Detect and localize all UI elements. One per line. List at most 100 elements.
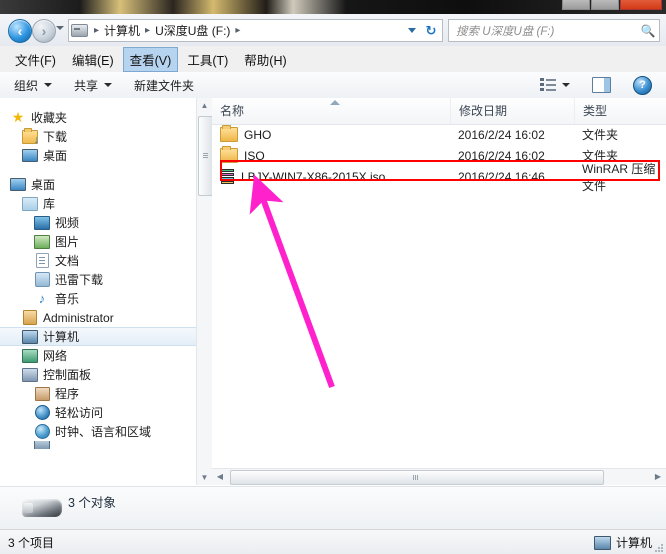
winrar-archive-icon — [220, 169, 235, 184]
scroll-left-arrow-icon[interactable]: ◀ — [212, 469, 228, 484]
video-icon — [34, 215, 50, 231]
breadcrumb-item-computer[interactable]: 计算机 — [102, 21, 142, 40]
refresh-button[interactable]: ↻ — [420, 19, 443, 42]
forward-button[interactable]: › — [32, 19, 56, 43]
control-panel-icon — [22, 367, 38, 383]
column-label: 类型 — [583, 104, 608, 118]
scroll-down-arrow-icon[interactable]: ▼ — [197, 470, 212, 485]
table-row[interactable]: LBJY-WIN7-X86-2015X.iso 2016/2/24 16:46 … — [212, 162, 666, 193]
scroll-right-arrow-icon[interactable]: ▶ — [650, 469, 666, 484]
menu-item-edit[interactable]: 编辑(E) — [65, 47, 121, 72]
breadcrumb-item-drive[interactable]: U深度U盘 (F:) — [153, 21, 232, 40]
cell-name: GHO — [212, 125, 450, 142]
sidebar-label: 网络 — [43, 349, 68, 363]
sidebar-item-downloads[interactable]: ↓ 下载 — [0, 127, 196, 146]
sidebar-item-computer[interactable]: 计算机 — [0, 327, 196, 346]
pictures-icon — [34, 234, 50, 250]
breadcrumb-separator-3[interactable]: ▸ — [235, 25, 240, 36]
new-folder-button[interactable]: 新建文件夹 — [126, 74, 202, 97]
window-controls — [562, 0, 662, 10]
user-icon — [22, 310, 38, 326]
sidebar-label: 计算机 — [43, 330, 80, 344]
menu-item-view[interactable]: 查看(V) — [122, 46, 179, 72]
sidebar-label: 音乐 — [55, 292, 80, 306]
status-location-label: 计算机 — [615, 536, 652, 550]
sidebar-item-programs[interactable]: 程序 — [0, 384, 196, 403]
preview-pane-button[interactable] — [584, 74, 619, 96]
maximize-button[interactable] — [591, 0, 619, 10]
computer-icon — [22, 329, 38, 345]
breadcrumb-separator-1: ▸ — [94, 25, 100, 36]
sidebar-item-libraries[interactable]: 库 — [0, 194, 196, 213]
navigation-pane-scrollbar[interactable]: ▲ ▼ — [196, 98, 213, 485]
menu-item-help[interactable]: 帮助(H) — [237, 47, 293, 72]
close-button[interactable] — [620, 0, 662, 10]
sidebar-label: 时钟、语言和区域 — [55, 425, 152, 439]
scrollbar-thumb[interactable] — [198, 116, 213, 196]
column-label: 修改日期 — [459, 104, 508, 118]
column-header-date[interactable]: 修改日期 — [450, 98, 574, 124]
recent-pages-dropdown-icon[interactable] — [56, 26, 64, 30]
column-label: 名称 — [220, 104, 245, 118]
new-folder-label: 新建文件夹 — [134, 78, 195, 93]
breadcrumb-separator-2: ▸ — [145, 25, 151, 36]
library-icon — [22, 196, 38, 212]
menu-item-tools[interactable]: 工具(T) — [180, 47, 235, 72]
sidebar-item-control-panel[interactable]: 控制面板 — [0, 365, 196, 384]
search-input[interactable]: 搜索 U深度U盘 (F:) 🔍 — [448, 19, 660, 42]
minimize-button[interactable] — [562, 0, 590, 10]
command-toolbar: 组织 共享 新建文件夹 ? — [0, 72, 666, 99]
menu-item-file[interactable]: 文件(F) — [8, 47, 63, 72]
sidebar-item-music[interactable]: ♪ 音乐 — [0, 289, 196, 308]
sidebar-item-network[interactable]: 网络 — [0, 346, 196, 365]
music-icon: ♪ — [38, 291, 46, 306]
forward-arrow-icon: › — [41, 23, 47, 39]
organize-button[interactable]: 组织 — [6, 74, 60, 97]
sidebar-label: 图片 — [55, 235, 80, 249]
usb-drive-icon — [22, 499, 62, 517]
column-header-type[interactable]: 类型 — [574, 98, 666, 124]
back-button[interactable]: ‹ — [8, 19, 32, 43]
address-dropdown-button[interactable] — [404, 19, 420, 42]
sidebar-item-desktop-fav[interactable]: 桌面 — [0, 146, 196, 165]
sort-ascending-icon — [330, 100, 340, 105]
menu-bar: 文件(F) 编辑(E) 查看(V) 工具(T) 帮助(H) — [0, 46, 666, 73]
thunder-download-icon — [34, 272, 50, 288]
sidebar-label: 视频 — [55, 216, 80, 230]
sidebar-item-videos[interactable]: 视频 — [0, 213, 196, 232]
sidebar-item-ease-of-access[interactable]: 轻松访问 — [0, 403, 196, 422]
sidebar-label: 桌面 — [43, 149, 68, 163]
search-icon: 🔍 — [640, 23, 656, 38]
sidebar-item-clock-language-region[interactable]: 时钟、语言和区域 — [0, 422, 196, 441]
sidebar-item-partial[interactable] — [0, 441, 196, 449]
resize-grip[interactable] — [654, 543, 664, 553]
table-row[interactable]: GHO 2016/2/24 16:02 文件夹 — [212, 124, 666, 145]
sidebar-label: 收藏夹 — [31, 111, 68, 125]
share-button[interactable]: 共享 — [66, 74, 120, 97]
cell-name: LBJY-WIN7-X86-2015X.iso — [212, 169, 450, 184]
change-view-button[interactable] — [532, 75, 578, 95]
cell-type: WinRAR 压缩文件 — [582, 161, 656, 193]
back-arrow-icon: ‹ — [17, 23, 23, 39]
help-button[interactable]: ? — [625, 73, 660, 98]
sidebar-item-thunder-download[interactable]: 迅雷下载 — [0, 270, 196, 289]
file-rows: GHO 2016/2/24 16:02 文件夹 ISO 2016/2/24 16… — [212, 124, 666, 193]
computer-icon — [593, 535, 611, 550]
breadcrumb[interactable]: ▸ 计算机 ▸ U深度U盘 (F:) ▸ — [68, 19, 425, 42]
toolbar-right-group: ? — [526, 72, 660, 98]
scroll-up-arrow-icon[interactable]: ▲ — [197, 98, 212, 113]
cell-name: ISO — [212, 146, 450, 163]
help-icon: ? — [633, 75, 652, 95]
scrollbar-thumb[interactable] — [230, 470, 604, 485]
sidebar-item-desktop[interactable]: 桌面 — [0, 175, 196, 194]
sidebar-item-administrator[interactable]: Administrator — [0, 308, 196, 327]
sidebar-item-pictures[interactable]: 图片 — [0, 232, 196, 251]
main-content: ★ 收藏夹 ↓ 下载 桌面 桌面 库 视频 图片 文档 迅雷下载 ♪ 音乐 Ad… — [0, 98, 666, 528]
status-bar: 3 个项目 计算机 — [0, 529, 666, 554]
file-list-horizontal-scrollbar[interactable]: ◀ ▶ — [212, 468, 666, 485]
sidebar-item-favorites[interactable]: ★ 收藏夹 — [0, 108, 196, 127]
chevron-down-icon — [104, 83, 113, 87]
clock-language-region-icon — [34, 424, 50, 440]
sidebar-item-documents[interactable]: 文档 — [0, 251, 196, 270]
